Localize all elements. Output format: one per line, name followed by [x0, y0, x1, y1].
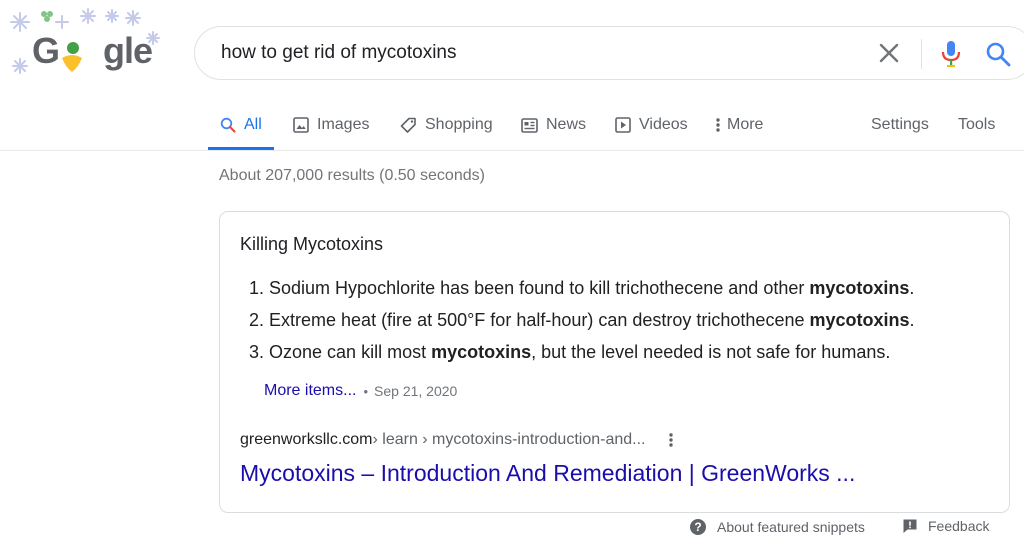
bullet-separator: •: [363, 383, 369, 399]
list-text-end: .: [909, 278, 915, 298]
snippet-list: 1. Sodium Hypochlorite has been found to…: [240, 278, 915, 374]
featured-snippet: Killing Mycotoxins 1. Sodium Hypochlorit…: [219, 211, 1010, 513]
tab-more[interactable]: More: [716, 100, 763, 150]
more-items-row: More items... • Sep 21, 2020: [264, 382, 457, 400]
list-number: 1.: [248, 278, 264, 298]
list-text: Sodium Hypochlorite has been found to ki…: [269, 278, 810, 298]
result-citation: greenworksllc.com › learn › mycotoxins-i…: [240, 431, 674, 449]
tag-icon: [400, 117, 416, 133]
list-number: 3.: [248, 342, 264, 362]
tab-shopping[interactable]: Shopping: [400, 100, 493, 150]
feedback-link[interactable]: Feedback: [902, 518, 989, 534]
tab-label: Images: [317, 116, 370, 133]
list-item: 1. Sodium Hypochlorite has been found to…: [240, 278, 915, 310]
search-icon: [220, 117, 236, 133]
result-title-link[interactable]: Mycotoxins – Introduction And Remediatio…: [240, 460, 855, 487]
tab-label: All: [244, 116, 262, 133]
list-text: Ozone can kill most: [269, 342, 432, 362]
list-keyword: mycotoxins: [431, 342, 532, 362]
about-snippets-link[interactable]: ? About featured snippets: [689, 518, 865, 536]
tab-news[interactable]: News: [521, 100, 586, 150]
list-keyword: mycotoxins: [809, 310, 910, 330]
logo-letter-g: G: [32, 30, 60, 71]
tab-all[interactable]: All: [208, 100, 274, 150]
help-icon: ?: [690, 519, 706, 535]
tab-label: News: [546, 116, 587, 133]
cite-path: › learn › mycotoxins-introduction-and...: [372, 431, 646, 448]
svg-text:?: ?: [694, 520, 701, 534]
list-item: 3. Ozone can kill most mycotoxins, but t…: [240, 342, 915, 374]
newspaper-icon: [521, 117, 538, 133]
logo-letter-e: e: [133, 30, 153, 71]
list-text: Extreme heat (fire at 500°F for half-hou…: [269, 310, 810, 330]
close-icon[interactable]: [878, 42, 900, 64]
search-tabs: All Images Shopping News Videos More Set…: [0, 100, 1024, 151]
tab-label: Videos: [639, 116, 688, 133]
snippet-date: Sep 21, 2020: [374, 383, 458, 399]
google-doodle-logo[interactable]: Ggle: [0, 0, 175, 100]
list-text-end: , but the level needed is not safe for h…: [531, 342, 891, 362]
tab-images[interactable]: Images: [293, 100, 369, 150]
search-box[interactable]: how to get rid of mycotoxins: [194, 26, 1024, 80]
logo-letter-g2: g: [103, 30, 125, 71]
feedback-label: Feedback: [928, 518, 990, 534]
microphone-icon[interactable]: [940, 40, 962, 68]
magnifier-icon[interactable]: [985, 41, 1011, 67]
top-bar: Ggle how to get rid of mycotoxins: [0, 0, 1024, 100]
snippet-title: Killing Mycotoxins: [240, 234, 384, 254]
about-snippets-label: About featured snippets: [717, 519, 865, 535]
cite-domain: greenworksllc.com: [240, 431, 373, 448]
list-keyword: mycotoxins: [809, 278, 910, 298]
list-text-end: .: [909, 310, 915, 330]
settings-link[interactable]: Settings: [871, 100, 929, 150]
list-item: 2. Extreme heat (fire at 500°F for half-…: [240, 310, 915, 342]
tab-label: Shopping: [425, 116, 493, 133]
tools-link[interactable]: Tools: [958, 100, 995, 150]
search-divider: [921, 39, 922, 69]
more-items-link[interactable]: More items...: [264, 382, 356, 400]
image-icon: [293, 117, 309, 133]
play-icon: [615, 117, 631, 133]
feedback-icon: [903, 519, 917, 533]
logo-letter-l: l: [124, 30, 134, 71]
result-stats: About 207,000 results (0.50 seconds): [219, 167, 485, 184]
list-number: 2.: [248, 310, 264, 330]
kebab-icon: [716, 118, 720, 132]
result-options-icon[interactable]: [669, 432, 674, 448]
tab-videos[interactable]: Videos: [615, 100, 688, 150]
search-input[interactable]: how to get rid of mycotoxins: [221, 42, 457, 64]
tab-label: More: [727, 116, 764, 133]
